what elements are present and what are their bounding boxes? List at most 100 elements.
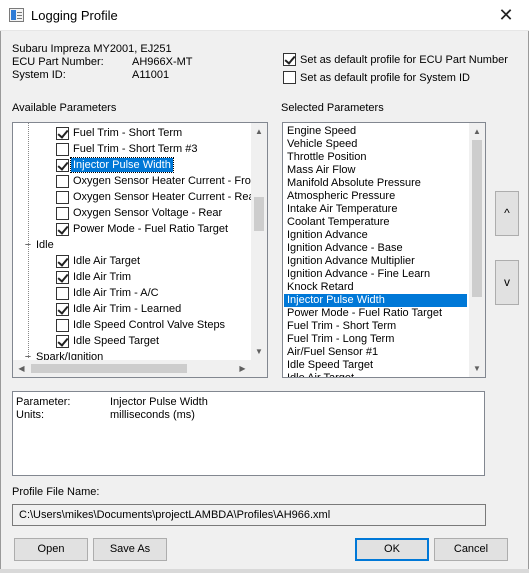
background-strip: [0, 569, 529, 573]
tree-item[interactable]: Oxygen Sensor Heater Current - Rear: [56, 189, 260, 205]
system-id-label: System ID:: [12, 69, 66, 81]
tree-item-checkbox[interactable]: [56, 254, 69, 268]
selected-list-item[interactable]: Air/Fuel Sensor #1: [284, 346, 467, 359]
close-icon[interactable]: ✕: [483, 0, 529, 31]
selected-list-item[interactable]: Power Mode - Fuel Ratio Target: [284, 307, 467, 320]
system-default-checkbox[interactable]: Set as default profile for System ID: [283, 71, 470, 84]
tree-scroll-left-icon[interactable]: ◀: [13, 360, 30, 377]
tree-item-checkbox[interactable]: [56, 206, 69, 220]
selected-list-item[interactable]: Fuel Trim - Long Term: [284, 333, 467, 346]
list-vertical-scrollbar[interactable]: ▲ ▼: [469, 123, 485, 377]
tree-item-label: Idle Speed Control Valve Steps: [73, 319, 226, 331]
dialog-body: Subaru Impreza MY2001, EJ251 ECU Part Nu…: [0, 31, 529, 573]
list-scroll-thumb[interactable]: [472, 140, 482, 297]
tree-item[interactable]: Idle Air Target: [56, 253, 142, 269]
units-value: milliseconds (ms): [110, 409, 195, 421]
selected-list-item[interactable]: Coolant Temperature: [284, 216, 467, 229]
tree-scroll-down-icon[interactable]: ▼: [251, 343, 267, 360]
tree-item-checkbox[interactable]: [56, 142, 69, 156]
scroll-corner: [251, 360, 267, 377]
system-default-label: Set as default profile for System ID: [300, 71, 470, 84]
tree-item[interactable]: Idle Speed Target: [56, 333, 161, 349]
tree-item[interactable]: Idle Speed Control Valve Steps: [56, 317, 227, 333]
tree-horizontal-scrollbar[interactable]: ◀ ▶: [13, 360, 251, 377]
tree-item[interactable]: Injector Pulse Width: [56, 157, 174, 173]
tree-item-checkbox[interactable]: [56, 174, 69, 188]
cancel-button[interactable]: Cancel: [434, 538, 508, 561]
tree-item[interactable]: Fuel Trim - Short Term: [56, 125, 184, 141]
selected-list-item[interactable]: Manifold Absolute Pressure: [284, 177, 467, 190]
open-button[interactable]: Open: [14, 538, 88, 561]
selected-list-item[interactable]: Intake Air Temperature: [284, 203, 467, 216]
selected-list-item[interactable]: Idle Air Target: [284, 372, 467, 377]
tree-item-checkbox[interactable]: [56, 126, 69, 140]
ecu-default-checkbox-box[interactable]: [283, 53, 296, 66]
selected-list-item[interactable]: Vehicle Speed: [284, 138, 467, 151]
tree-scroll-up-icon[interactable]: ▲: [251, 123, 267, 140]
selected-list-item[interactable]: Engine Speed: [284, 125, 467, 138]
tree-item-checkbox[interactable]: [56, 302, 69, 316]
selected-list-item[interactable]: Ignition Advance - Base: [284, 242, 467, 255]
tree-item-label: Oxygen Sensor Heater Current - Front: [73, 175, 261, 187]
tree-item-label: Fuel Trim - Short Term #3: [73, 143, 198, 155]
save-as-button[interactable]: Save As: [93, 538, 167, 561]
selected-list-item[interactable]: Throttle Position: [284, 151, 467, 164]
selected-list-item[interactable]: Atmospheric Pressure: [284, 190, 467, 203]
ecu-default-label: Set as default profile for ECU Part Numb…: [300, 53, 508, 66]
ecu-default-checkbox[interactable]: Set as default profile for ECU Part Numb…: [283, 53, 508, 66]
tree-hscroll-thumb[interactable]: [31, 364, 187, 373]
title-bar: Logging Profile ✕: [0, 0, 529, 31]
move-down-button[interactable]: v: [495, 260, 519, 305]
parameter-details: Parameter: Injector Pulse Width Units: m…: [12, 391, 485, 476]
log-profile-icon: [9, 8, 24, 22]
tree-item-label: Fuel Trim - Short Term: [73, 127, 183, 139]
tree-category-label: Idle: [36, 239, 54, 251]
units-label: Units:: [16, 409, 45, 421]
tree-item[interactable]: Idle Air Trim - Learned: [56, 301, 183, 317]
tree-item[interactable]: Power Mode - Fuel Ratio Target: [56, 221, 230, 237]
available-parameters-heading: Available Parameters: [12, 102, 117, 114]
tree-item[interactable]: Idle Air Trim - A/C: [56, 285, 161, 301]
tree-item-checkbox[interactable]: [56, 318, 69, 332]
tree-item-checkbox[interactable]: [56, 222, 69, 236]
tree-item-checkbox[interactable]: [56, 270, 69, 284]
window-title: Logging Profile: [31, 8, 118, 23]
tree-item[interactable]: Idle Air Trim: [56, 269, 133, 285]
tree-scroll-right-icon[interactable]: ▶: [234, 360, 251, 377]
vehicle-name: Subaru Impreza MY2001, EJ251: [12, 43, 172, 55]
tree-item-label: Oxygen Sensor Voltage - Rear: [73, 207, 223, 219]
profile-file-path[interactable]: C:\Users\mikes\Documents\projectLAMBDA\P…: [12, 504, 486, 526]
tree-item-label: Idle Air Trim - Learned: [73, 303, 182, 315]
available-parameters-tree[interactable]: Fuel Trim - Short Term Fuel Trim - Short …: [12, 122, 268, 378]
selected-parameters-heading: Selected Parameters: [281, 102, 384, 114]
tree-category[interactable]: − Idle: [22, 237, 56, 253]
selected-list-item[interactable]: Knock Retard: [284, 281, 467, 294]
tree-item-checkbox[interactable]: [56, 190, 69, 204]
tree-item-label: Oxygen Sensor Heater Current - Rear: [73, 191, 259, 203]
list-scroll-up-icon[interactable]: ▲: [469, 123, 485, 140]
tree-item-label: Idle Air Trim - A/C: [73, 287, 159, 299]
selected-parameters-list[interactable]: Engine Speed Vehicle Speed Throttle Positi…: [282, 122, 486, 378]
tree-item[interactable]: Oxygen Sensor Voltage - Rear: [56, 205, 224, 221]
system-default-checkbox-box[interactable]: [283, 71, 296, 84]
tree-item[interactable]: Fuel Trim - Short Term #3: [56, 141, 200, 157]
selected-list-item[interactable]: Ignition Advance - Fine Learn: [284, 268, 467, 281]
ecu-part-label: ECU Part Number:: [12, 56, 104, 68]
ok-button[interactable]: OK: [355, 538, 429, 561]
tree-scroll-thumb[interactable]: [254, 197, 264, 231]
tree-vertical-scrollbar[interactable]: ▲ ▼: [251, 123, 267, 360]
tree-item-checkbox[interactable]: [56, 334, 69, 348]
selected-list-item[interactable]: Ignition Advance Multiplier: [284, 255, 467, 268]
tree-item-checkbox[interactable]: [56, 286, 69, 300]
tree-item[interactable]: Oxygen Sensor Heater Current - Front: [56, 173, 262, 189]
selected-list-item[interactable]: Injector Pulse Width: [284, 294, 467, 307]
list-scroll-down-icon[interactable]: ▼: [469, 360, 485, 377]
move-up-button[interactable]: ^: [495, 191, 519, 236]
selected-list-item[interactable]: Idle Speed Target: [284, 359, 467, 372]
selected-list-item[interactable]: Fuel Trim - Short Term: [284, 320, 467, 333]
collapse-toggle-icon[interactable]: −: [22, 238, 34, 252]
tree-item-label: Idle Air Target: [73, 255, 141, 267]
selected-list-item[interactable]: Ignition Advance: [284, 229, 467, 242]
selected-list-item[interactable]: Mass Air Flow: [284, 164, 467, 177]
tree-item-checkbox[interactable]: [56, 158, 69, 172]
